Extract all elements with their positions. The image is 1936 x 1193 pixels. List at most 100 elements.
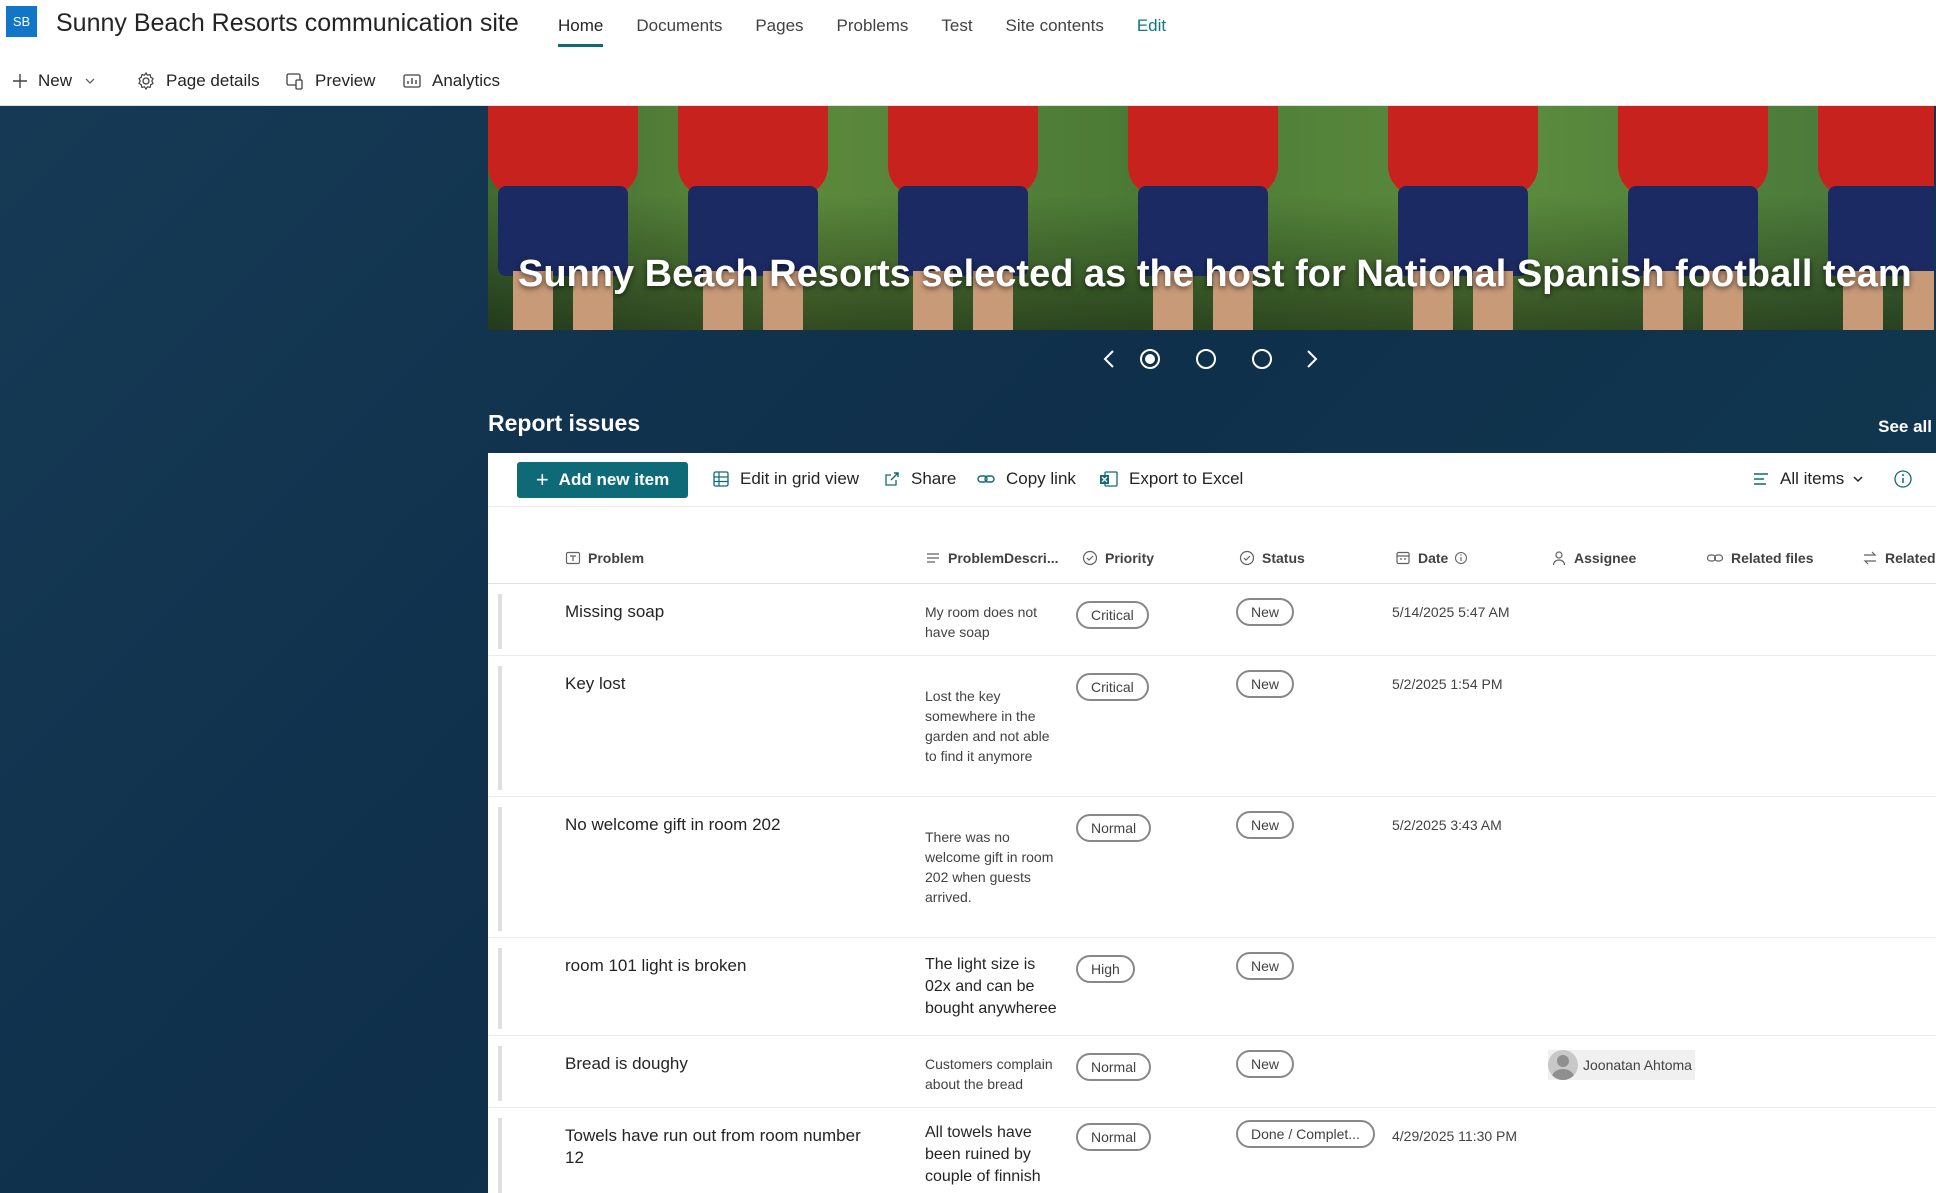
export-excel-label: Export to Excel (1129, 469, 1244, 488)
column-header-date[interactable]: Date (1395, 547, 1468, 569)
plus-icon (13, 73, 27, 88)
analytics-button[interactable]: Analytics (402, 71, 500, 91)
carousel-dot-3[interactable] (1252, 349, 1272, 369)
cell-date: 5/2/2025 3:43 AM (1392, 817, 1502, 833)
cell-problem[interactable]: room 101 light is broken (565, 955, 865, 977)
hero-image-player (1368, 106, 1558, 330)
column-header-label: Priority (1105, 550, 1155, 566)
status-badge: New (1236, 1050, 1295, 1078)
column-header-priority[interactable]: Priority (1082, 547, 1154, 569)
analytics-icon (403, 73, 421, 88)
chevron-left-icon (1103, 350, 1114, 368)
table-row[interactable]: No welcome gift in room 202 There was no… (488, 797, 1936, 938)
carousel-dot-2[interactable] (1196, 349, 1216, 369)
add-new-item-button[interactable]: + Add new item (517, 462, 688, 498)
nav-home[interactable]: Home (558, 16, 604, 47)
site-title[interactable]: Sunny Beach Resorts communication site (56, 9, 519, 38)
carousel-next-button[interactable] (1296, 344, 1326, 374)
view-selector[interactable]: All items (1752, 469, 1864, 489)
preview-button[interactable]: Preview (285, 71, 375, 91)
page-details-button[interactable]: Page details (136, 71, 260, 91)
column-header-assignee[interactable]: Assignee (1551, 547, 1636, 569)
text-field-icon (565, 551, 581, 565)
column-header-status[interactable]: Status (1239, 547, 1305, 569)
column-header-label: Related (1885, 550, 1936, 566)
assignee-persona[interactable]: Joonatan Ahtoma (1548, 1050, 1695, 1080)
chevron-down-icon (85, 78, 95, 84)
page-command-bar: New Page details Preview Analytics (0, 56, 1936, 106)
cell-description: Lost the key somewhere in the garden and… (925, 688, 1050, 764)
priority-badge: Normal (1076, 1053, 1152, 1081)
calendar-icon (1396, 551, 1410, 565)
column-header-label: Related files (1731, 550, 1814, 566)
status-badge: New (1236, 811, 1295, 839)
edit-grid-view-button[interactable]: Edit in grid view (712, 469, 859, 489)
priority-badge: High (1076, 955, 1135, 983)
carousel-prev-button[interactable] (1095, 344, 1125, 374)
hero-image-player (868, 106, 1058, 330)
cell-problem[interactable]: Towels have run out from room number 12 (565, 1125, 865, 1169)
info-button[interactable] (1893, 469, 1923, 489)
site-navigation: Home Documents Pages Problems Test Site … (558, 16, 1199, 47)
person-icon (1552, 551, 1566, 566)
plus-icon: + (535, 467, 549, 492)
site-logo[interactable]: SB (6, 6, 37, 37)
share-label: Share (911, 469, 957, 488)
table-row[interactable]: Key lost Lost the key somewhere in the g… (488, 656, 1936, 797)
info-icon (1455, 552, 1468, 564)
chevron-down-icon (1853, 476, 1863, 483)
status-badge: Done / Complet... (1236, 1120, 1375, 1148)
priority-badge: Critical (1076, 673, 1149, 701)
hero-image-player (1108, 106, 1298, 330)
copy-link-button[interactable]: Copy link (976, 469, 1076, 489)
nav-documents[interactable]: Documents (636, 16, 722, 47)
status-badge: New (1236, 670, 1295, 698)
cell-problem[interactable]: No welcome gift in room 202 (565, 814, 865, 836)
share-button[interactable]: Share (883, 469, 956, 489)
column-header-label: ProblemDescri... (948, 550, 1059, 566)
cell-problem[interactable]: Key lost (565, 673, 865, 695)
list-toolbar: + Add new item Edit in grid view Share C… (488, 453, 1936, 507)
cell-description: Customers complain about the bread (925, 1056, 1053, 1092)
cell-problem[interactable]: Missing soap (565, 601, 865, 623)
export-excel-button[interactable]: Export to Excel (1099, 469, 1243, 489)
table-row[interactable]: Bread is doughy Customers complain about… (488, 1036, 1936, 1108)
link-icon (1706, 554, 1724, 562)
grid-icon (713, 471, 729, 487)
nav-test[interactable]: Test (941, 16, 972, 47)
avatar (1548, 1050, 1578, 1080)
carousel-controls (0, 344, 1936, 374)
choice-icon (1082, 550, 1098, 566)
cell-description: The light size is 02x and can be bought … (925, 956, 1057, 1017)
nav-site-contents[interactable]: Site contents (1006, 16, 1104, 47)
copy-link-label: Copy link (1006, 469, 1076, 488)
column-header-related-files[interactable]: Related files (1706, 547, 1813, 569)
hero-image-player (658, 106, 848, 330)
column-header-related[interactable]: Related (1862, 547, 1936, 569)
column-header-label: Assignee (1574, 550, 1637, 566)
column-header-label: Date (1418, 550, 1449, 566)
table-row[interactable]: Towels have run out from room number 12 … (488, 1108, 1936, 1193)
status-badge: New (1236, 598, 1295, 626)
cell-date: 4/29/2025 11:30 PM (1392, 1128, 1518, 1144)
nav-edit-link[interactable]: Edit (1137, 16, 1166, 47)
page-details-label: Page details (166, 70, 260, 90)
chevron-right-icon (1307, 350, 1318, 368)
nav-problems[interactable]: Problems (837, 16, 909, 47)
swap-icon (1863, 551, 1877, 565)
cell-problem[interactable]: Bread is doughy (565, 1053, 865, 1075)
site-header: SB Sunny Beach Resorts communication sit… (0, 0, 1936, 52)
carousel-dot-1[interactable] (1140, 349, 1160, 369)
table-row[interactable]: Missing soap My room does not have soap … (488, 584, 1936, 656)
edit-grid-view-label: Edit in grid view (740, 469, 860, 488)
table-row[interactable]: room 101 light is broken The light size … (488, 938, 1936, 1036)
column-header-problem[interactable]: Problem (565, 547, 644, 569)
cell-date: 5/14/2025 5:47 AM (1392, 604, 1510, 620)
new-button[interactable]: New (12, 71, 96, 91)
share-icon (885, 472, 899, 486)
hero-title[interactable]: Sunny Beach Resorts selected as the host… (518, 253, 1912, 296)
hero-banner[interactable]: Sunny Beach Resorts selected as the host… (488, 106, 1934, 330)
see-all-link[interactable]: See all (1878, 417, 1932, 437)
nav-pages[interactable]: Pages (755, 16, 803, 47)
column-header-description[interactable]: ProblemDescri... (925, 547, 1059, 569)
